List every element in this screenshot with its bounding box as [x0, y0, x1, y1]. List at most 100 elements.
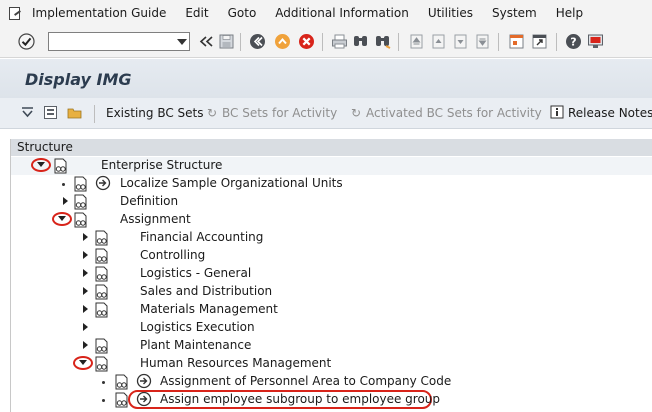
- tree-node-enterprise-structure[interactable]: Enterprise Structure: [11, 157, 652, 175]
- menu-additional-information[interactable]: Additional Information: [275, 6, 409, 20]
- activated-bc-sets-button[interactable]: Activated BC Sets for Activity: [366, 106, 542, 120]
- tree-node-logistics-execution[interactable]: Logistics Execution: [11, 319, 652, 337]
- documentation-glasses-icon[interactable]: [115, 392, 128, 408]
- documentation-glasses-icon[interactable]: [95, 266, 108, 282]
- shortcut-icon[interactable]: [531, 33, 548, 50]
- customize-layout-icon[interactable]: [587, 33, 604, 50]
- leaf-bullet-icon: [102, 381, 105, 384]
- tree-node-localize-sample-org-units[interactable]: Localize Sample Organizational Units: [11, 175, 652, 193]
- check-icon[interactable]: [18, 33, 35, 50]
- structure-header: Structure: [11, 139, 652, 156]
- page-title: Display IMG: [25, 70, 132, 89]
- tree-node-label[interactable]: Assignment of Personnel Area to Company …: [160, 374, 451, 388]
- expand-closed-icon[interactable]: [83, 287, 88, 295]
- cancel-icon[interactable]: [298, 33, 315, 50]
- help-icon[interactable]: ?: [565, 33, 582, 50]
- bc-set-icon: ↻: [207, 106, 218, 120]
- leaf-bullet-icon: [62, 183, 65, 186]
- tree-node-label[interactable]: Logistics Execution: [140, 320, 255, 334]
- tree-node-label[interactable]: Assignment: [120, 212, 191, 226]
- menu-goto[interactable]: Goto: [228, 6, 257, 20]
- tree-node-assignment-personnel-area[interactable]: Assignment of Personnel Area to Company …: [11, 373, 652, 391]
- command-input[interactable]: [49, 33, 173, 50]
- tree-node-label[interactable]: Assign employee subgroup to employee gro…: [160, 392, 440, 406]
- menu-edit[interactable]: Edit: [185, 6, 208, 20]
- folder-icon[interactable]: [66, 104, 83, 121]
- back-icon[interactable]: [249, 33, 266, 50]
- tree-node-label[interactable]: Plant Maintenance: [140, 338, 251, 352]
- release-notes-icon: [550, 105, 564, 119]
- documentation-glasses-icon[interactable]: [95, 338, 108, 354]
- previous-page-icon[interactable]: [430, 33, 447, 50]
- tree-node-label[interactable]: Logistics - General: [140, 266, 251, 280]
- find-icon[interactable]: [352, 33, 369, 50]
- tree-node-human-resources-management[interactable]: Human Resources Management: [11, 355, 652, 373]
- documentation-glasses-icon[interactable]: [95, 302, 108, 318]
- svg-text:?: ?: [570, 36, 576, 49]
- documentation-glasses-icon[interactable]: [74, 176, 87, 192]
- highlight-ring: [31, 158, 51, 172]
- bc-sets-for-activity-button[interactable]: BC Sets for Activity: [222, 106, 337, 120]
- save-icon[interactable]: [218, 33, 235, 50]
- last-page-icon[interactable]: [474, 33, 491, 50]
- print-icon[interactable]: [331, 33, 348, 50]
- tree-node-logistics-general[interactable]: Logistics - General: [11, 265, 652, 283]
- existing-bc-sets-button[interactable]: Existing BC Sets: [106, 106, 204, 120]
- title-bar: Display IMG: [0, 59, 652, 98]
- menu-implementation-guide[interactable]: Implementation Guide: [32, 6, 166, 20]
- command-dropdown-icon[interactable]: [177, 39, 187, 45]
- documentation-glasses-icon[interactable]: [95, 284, 108, 300]
- highlight-ring: [73, 356, 93, 370]
- expand-closed-icon[interactable]: [83, 305, 88, 313]
- tree-node-assignment[interactable]: Assignment: [11, 211, 652, 229]
- find-next-icon[interactable]: [374, 33, 391, 50]
- release-notes-button[interactable]: Release Notes: [568, 106, 652, 120]
- tree-node-plant-maintenance[interactable]: Plant Maintenance: [11, 337, 652, 355]
- tree-node-label[interactable]: Sales and Distribution: [140, 284, 272, 298]
- tree-node-materials-management[interactable]: Materials Management: [11, 301, 652, 319]
- tree-node-sales-and-distribution[interactable]: Sales and Distribution: [11, 283, 652, 301]
- tree-node-controlling[interactable]: Controlling: [11, 247, 652, 265]
- expand-closed-icon[interactable]: [83, 323, 88, 331]
- tree-node-financial-accounting[interactable]: Financial Accounting: [11, 229, 652, 247]
- tree-node-label[interactable]: Enterprise Structure: [101, 158, 222, 172]
- information-icon[interactable]: [43, 105, 58, 120]
- double-chevron-left-icon[interactable]: [198, 33, 215, 50]
- menu-system[interactable]: System: [492, 6, 537, 20]
- menu-help[interactable]: Help: [556, 6, 583, 20]
- documentation-glasses-icon[interactable]: [115, 374, 128, 390]
- menu-utilities[interactable]: Utilities: [428, 6, 473, 20]
- leaf-bullet-icon: [102, 399, 105, 402]
- expand-closed-icon[interactable]: [63, 197, 68, 205]
- expand-closed-icon[interactable]: [83, 233, 88, 241]
- tree-node-label[interactable]: Localize Sample Organizational Units: [120, 176, 343, 190]
- expand-closed-icon[interactable]: [83, 251, 88, 259]
- exit-menu-icon[interactable]: [8, 6, 22, 20]
- command-field[interactable]: [48, 32, 190, 51]
- exit-icon[interactable]: [274, 33, 291, 50]
- documentation-glasses-icon[interactable]: [95, 248, 108, 264]
- img-structure-tree: Structure Enterprise Structure Localize …: [10, 139, 652, 412]
- expand-closed-icon[interactable]: [83, 269, 88, 277]
- first-page-icon[interactable]: [408, 33, 425, 50]
- tree-node-label[interactable]: Human Resources Management: [140, 356, 331, 370]
- expand-closed-icon[interactable]: [83, 341, 88, 349]
- execute-activity-icon[interactable]: [136, 373, 152, 389]
- collapse-tree-icon[interactable]: [20, 105, 35, 120]
- documentation-glasses-icon[interactable]: [54, 158, 67, 174]
- tree-node-label[interactable]: Controlling: [140, 248, 205, 262]
- tree-node-label[interactable]: Definition: [120, 194, 178, 208]
- execute-activity-icon[interactable]: [95, 175, 111, 191]
- new-session-icon[interactable]: [508, 33, 525, 50]
- documentation-glasses-icon[interactable]: [74, 212, 87, 228]
- application-toolbar: Existing BC Sets ↻ BC Sets for Activity …: [0, 98, 652, 129]
- tree-node-definition[interactable]: Definition: [11, 193, 652, 211]
- tree-node-label[interactable]: Financial Accounting: [140, 230, 263, 244]
- documentation-glasses-icon[interactable]: [95, 356, 108, 372]
- documentation-glasses-icon[interactable]: [74, 194, 87, 210]
- highlight-ring: [52, 212, 72, 226]
- documentation-glasses-icon[interactable]: [95, 230, 108, 246]
- tree-node-assign-employee-subgroup[interactable]: Assign employee subgroup to employee gro…: [11, 390, 652, 409]
- tree-node-label[interactable]: Materials Management: [140, 302, 278, 316]
- next-page-icon[interactable]: [452, 33, 469, 50]
